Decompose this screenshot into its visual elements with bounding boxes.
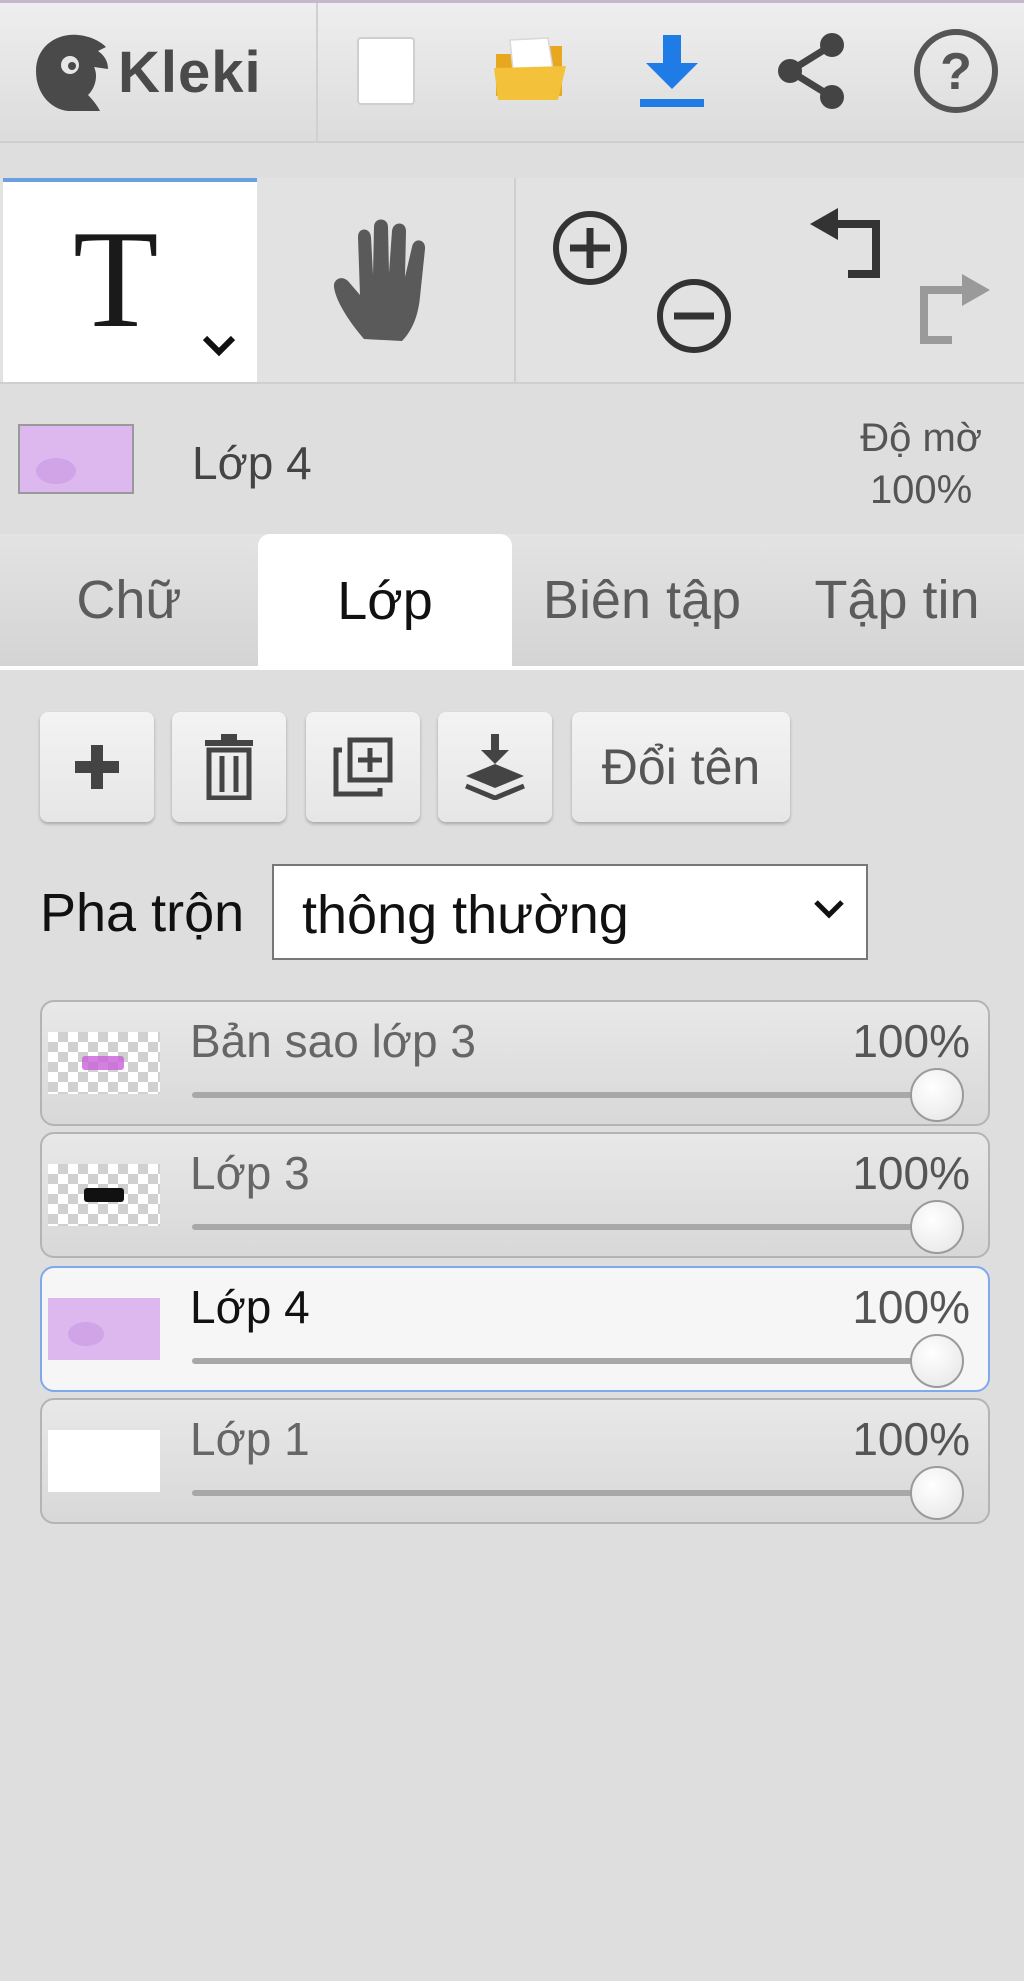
redo-button[interactable] bbox=[912, 274, 994, 359]
trash-icon bbox=[205, 734, 253, 800]
logo-text: Kleki bbox=[118, 39, 262, 105]
layer-opacity: 100% bbox=[852, 1015, 970, 1067]
opacity-slider-handle[interactable] bbox=[910, 1200, 964, 1254]
delete-layer-button[interactable] bbox=[172, 712, 286, 822]
zoom-out-button[interactable] bbox=[652, 274, 736, 363]
folder-icon bbox=[494, 37, 566, 100]
rename-layer-button[interactable]: Đổi tên bbox=[572, 712, 790, 822]
help-icon: ? bbox=[914, 29, 998, 113]
merge-down-icon bbox=[465, 734, 525, 800]
layer-opacity: 100% bbox=[852, 1413, 970, 1465]
chevron-down-icon[interactable] bbox=[199, 332, 239, 360]
opacity-slider-track[interactable] bbox=[192, 1490, 952, 1496]
redo-icon bbox=[920, 274, 990, 344]
layer-thumbnail bbox=[48, 1032, 160, 1094]
layer-opacity: 100% bbox=[852, 1147, 970, 1199]
kleki-logo-icon bbox=[36, 34, 108, 112]
chevron-down-icon bbox=[814, 900, 844, 919]
opacity-value: 100% bbox=[869, 468, 973, 512]
blend-mode-select[interactable]: thông thường bbox=[272, 864, 868, 960]
layer-item-selected[interactable]: Lớp 4 100% bbox=[40, 1266, 990, 1392]
current-layer-thumbnail bbox=[18, 424, 134, 494]
save-image-button[interactable] bbox=[622, 21, 722, 121]
current-layer-info: Lớp 4 Độ mờ 100% bbox=[0, 384, 1024, 534]
new-document-icon bbox=[357, 37, 415, 105]
layer-item[interactable]: Lớp 1 100% bbox=[40, 1398, 990, 1524]
layer-thumbnail bbox=[48, 1298, 160, 1360]
undo-icon bbox=[810, 208, 880, 278]
svg-text:?: ? bbox=[940, 43, 972, 101]
plus-icon bbox=[75, 745, 119, 789]
layer-thumbnail bbox=[48, 1164, 160, 1226]
rename-label: Đổi tên bbox=[601, 739, 761, 795]
layer-name: Lớp 3 bbox=[190, 1147, 310, 1199]
tab-layers[interactable]: Lớp bbox=[258, 534, 512, 668]
hand-tool-button[interactable] bbox=[258, 178, 512, 382]
tab-edit[interactable]: Biên tập bbox=[514, 534, 770, 666]
opacity-slider-handle[interactable] bbox=[910, 1068, 964, 1122]
layer-item[interactable]: Lớp 3 100% bbox=[40, 1132, 990, 1258]
share-icon bbox=[778, 33, 844, 109]
help-button[interactable]: ? bbox=[906, 21, 1006, 121]
layer-opacity: 100% bbox=[852, 1281, 970, 1333]
download-icon bbox=[640, 35, 704, 107]
thumbnail-shape bbox=[82, 1056, 124, 1070]
open-image-button[interactable] bbox=[480, 21, 580, 121]
duplicate-icon bbox=[333, 737, 393, 797]
layer-thumbnail bbox=[48, 1430, 160, 1492]
opacity-slider-track[interactable] bbox=[192, 1224, 952, 1230]
thumbnail-shape bbox=[68, 1322, 104, 1346]
tab-file[interactable]: Tập tin bbox=[770, 534, 1024, 666]
header-divider bbox=[316, 3, 318, 141]
current-layer-opacity: Độ mờ 100% bbox=[860, 412, 982, 516]
panel-tabs: Chữ Lớp Biên tập Tập tin bbox=[0, 534, 1024, 670]
zoom-out-icon bbox=[657, 279, 731, 353]
new-image-button[interactable] bbox=[336, 21, 436, 121]
add-layer-button[interactable] bbox=[40, 712, 154, 822]
thumbnail-shape bbox=[84, 1188, 124, 1202]
kleki-logo[interactable]: Kleki bbox=[28, 29, 262, 115]
layer-name: Lớp 4 bbox=[190, 1281, 310, 1333]
zoom-in-icon bbox=[553, 211, 627, 285]
blend-mode-label: Pha trộn bbox=[40, 883, 245, 943]
current-layer-name: Lớp 4 bbox=[192, 437, 312, 489]
opacity-slider-track[interactable] bbox=[192, 1358, 952, 1364]
layer-name: Lớp 1 bbox=[190, 1413, 310, 1465]
tools-divider bbox=[514, 178, 516, 382]
duplicate-layer-button[interactable] bbox=[306, 712, 420, 822]
layers-panel: Đổi tên Pha trộn thông thường Bản sao lớ… bbox=[0, 670, 1024, 1981]
merge-layer-button[interactable] bbox=[438, 712, 552, 822]
opacity-label: Độ mờ bbox=[860, 416, 982, 460]
opacity-slider-track[interactable] bbox=[192, 1092, 952, 1098]
top-bar: Kleki ? bbox=[0, 3, 1024, 143]
hand-icon bbox=[333, 219, 426, 341]
blend-mode-value: thông thường bbox=[302, 885, 629, 945]
share-button[interactable] bbox=[762, 21, 862, 121]
kleki-app: Kleki ? T Lớp 4 Độ mờ 100% Chữ Lớp Biên … bbox=[0, 0, 1024, 1981]
undo-button[interactable] bbox=[806, 208, 888, 293]
tab-text[interactable]: Chữ bbox=[4, 534, 254, 666]
opacity-slider-handle[interactable] bbox=[910, 1334, 964, 1388]
thumbnail-shape bbox=[36, 458, 76, 484]
text-tool-icon: T bbox=[73, 202, 159, 357]
layer-item[interactable]: Bản sao lớp 3 100% bbox=[40, 1000, 990, 1126]
zoom-in-button[interactable] bbox=[548, 206, 632, 295]
layer-name: Bản sao lớp 3 bbox=[190, 1015, 476, 1067]
opacity-slider-handle[interactable] bbox=[910, 1466, 964, 1520]
text-tool-button[interactable]: T bbox=[3, 178, 257, 382]
tool-row: T bbox=[0, 178, 1024, 384]
